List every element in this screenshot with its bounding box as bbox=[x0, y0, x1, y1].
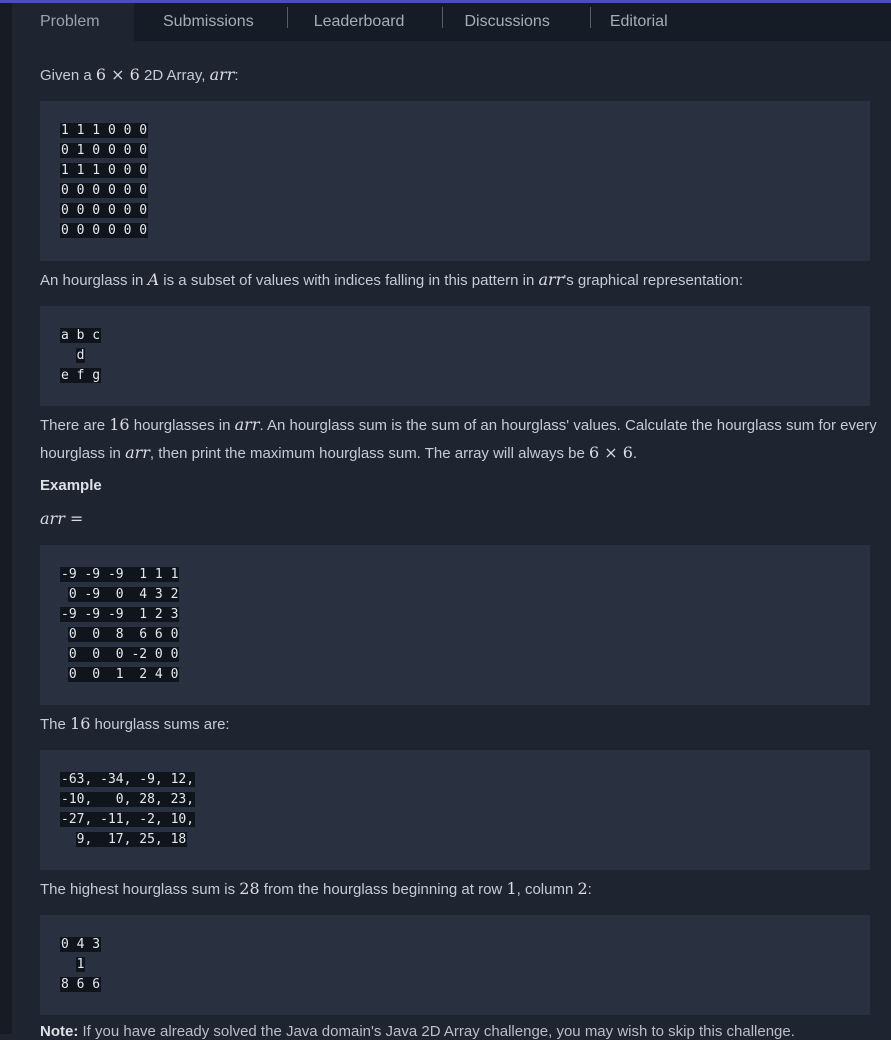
example-heading: Example bbox=[40, 477, 102, 494]
code-line: -63, -34, -9, 12, bbox=[60, 770, 196, 790]
tab-submissions[interactable]: Submissions bbox=[163, 3, 254, 41]
code-text: 0 0 1 2 4 0 bbox=[67, 667, 180, 682]
code-text: 0 0 8 6 6 0 bbox=[67, 627, 180, 642]
note-text: Note: If you have already solved the Jav… bbox=[40, 1023, 795, 1040]
highest-sum-text: The highest hourglass sum is 28 from the… bbox=[40, 879, 592, 898]
code-text: 1 bbox=[75, 957, 86, 972]
code-line: -10, 0, 28, 23, bbox=[60, 790, 196, 810]
code-line: 8 6 6 bbox=[60, 975, 102, 995]
code-line: -27, -11, -2, 10, bbox=[60, 810, 196, 830]
tab-divider bbox=[287, 7, 288, 28]
problem-tabs: Problem Submissions Leaderboard Discussi… bbox=[12, 3, 891, 41]
code-text: -9 -9 -9 1 2 3 bbox=[60, 607, 180, 622]
hourglass-pattern: a b c d e f g bbox=[40, 306, 870, 406]
grid-example-2: -9 -9 -9 1 1 1 0 -9 0 4 3 2 -9 -9 -9 1 2 … bbox=[40, 545, 870, 705]
code-text: 0 0 0 0 0 0 bbox=[60, 183, 149, 198]
hourglass-definition: An hourglass in A is a subset of values … bbox=[40, 270, 743, 289]
code-line: a b c bbox=[60, 326, 102, 346]
tab-leaderboard[interactable]: Leaderboard bbox=[314, 3, 405, 41]
code-line: -9 -9 -9 1 1 1 bbox=[60, 565, 180, 585]
code-line: 0 -9 0 4 3 2 bbox=[60, 585, 180, 605]
example-variable: arr = bbox=[40, 509, 84, 528]
code-text: 8 6 6 bbox=[60, 977, 102, 992]
grid-example-1: 1 1 1 0 0 0 0 1 0 0 0 0 1 1 1 0 0 0 0 0 0 0… bbox=[40, 101, 870, 261]
code-line: 0 0 8 6 6 0 bbox=[60, 625, 180, 645]
code-text: -63, -34, -9, 12, bbox=[60, 772, 196, 787]
count-paragraph-line2: hourglass in arr, then print the maximum… bbox=[40, 443, 638, 462]
code-text: e f g bbox=[60, 368, 102, 383]
code-line: 1 1 1 0 0 0 bbox=[60, 121, 149, 141]
tab-discussions[interactable]: Discussions bbox=[464, 3, 549, 41]
code-line: 1 bbox=[60, 955, 101, 975]
code-text: 0 0 0 -2 0 0 bbox=[67, 647, 180, 662]
code-text: 0 0 0 0 0 0 bbox=[60, 223, 149, 238]
code-line: 0 1 0 0 0 0 bbox=[60, 141, 149, 161]
code-text: 0 0 0 0 0 0 bbox=[60, 203, 149, 218]
code-line: 0 0 0 -2 0 0 bbox=[60, 645, 180, 665]
code-line: 0 0 0 0 0 0 bbox=[60, 181, 149, 201]
best-hourglass: 0 4 3 1 8 6 6 bbox=[40, 915, 870, 1015]
tab-editorial[interactable]: Editorial bbox=[610, 3, 668, 41]
code-text: d bbox=[75, 348, 86, 363]
code-line: 0 0 1 2 4 0 bbox=[60, 665, 180, 685]
code-text: -10, 0, 28, 23, bbox=[60, 792, 196, 807]
code-text: 0 4 3 bbox=[60, 937, 102, 952]
left-rail bbox=[0, 0, 12, 1034]
code-text: 9, 17, 25, 18 bbox=[75, 832, 188, 847]
code-line: 0 0 0 0 0 0 bbox=[60, 221, 149, 241]
code-line: d bbox=[60, 346, 101, 366]
code-text: 1 1 1 0 0 0 bbox=[60, 163, 149, 178]
tab-divider bbox=[590, 7, 591, 28]
code-text: 0 -9 0 4 3 2 bbox=[67, 587, 180, 602]
sums-intro: The 16 hourglass sums are: bbox=[40, 714, 230, 733]
intro-text: Given a 6 × 6 2D Array, arr: bbox=[40, 65, 239, 84]
code-line: e f g bbox=[60, 366, 102, 386]
code-line: 9, 17, 25, 18 bbox=[60, 830, 195, 850]
count-paragraph-line1: There are 16 hourglasses in arr. An hour… bbox=[40, 415, 877, 434]
code-text: 1 1 1 0 0 0 bbox=[60, 123, 149, 138]
tab-problem[interactable]: Problem bbox=[12, 3, 134, 41]
code-line: 0 0 0 0 0 0 bbox=[60, 201, 149, 221]
code-text: a b c bbox=[60, 328, 102, 343]
code-line: 1 1 1 0 0 0 bbox=[60, 161, 149, 181]
code-line: -9 -9 -9 1 2 3 bbox=[60, 605, 180, 625]
code-text: -27, -11, -2, 10, bbox=[60, 812, 196, 827]
code-text: 0 1 0 0 0 0 bbox=[60, 143, 149, 158]
code-line: 0 4 3 bbox=[60, 935, 102, 955]
hourglass-sums: -63, -34, -9, 12, -10, 0, 28, 23, -27, -11… bbox=[40, 750, 870, 870]
tab-divider bbox=[442, 7, 443, 28]
code-text: -9 -9 -9 1 1 1 bbox=[60, 567, 180, 582]
